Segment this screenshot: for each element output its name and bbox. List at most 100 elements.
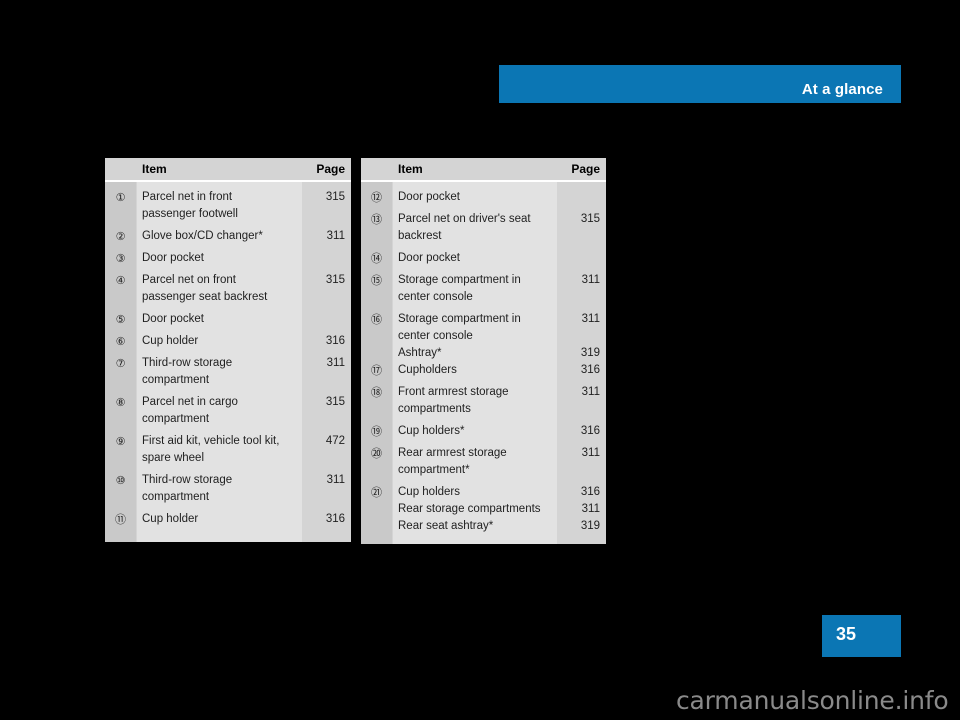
item-description: Rear storage compartments xyxy=(392,501,557,518)
item-description: Glove box/CD changer* xyxy=(136,228,302,245)
item-description-line1: Glove box/CD changer* xyxy=(142,230,263,242)
item-description-line1: Rear seat ashtray* xyxy=(398,520,494,532)
item-number-icon: ⑦ xyxy=(115,357,126,370)
table-row: ⑭ Door pocket xyxy=(361,250,606,267)
item-page-number: 315 xyxy=(580,213,600,225)
column-header-page: Page xyxy=(571,162,600,176)
table-row: ⑥ Cup holder 316 xyxy=(105,333,351,350)
table-row: Rear storage compartments 311 xyxy=(361,501,606,518)
item-description-line1: Storage compartment in xyxy=(398,274,521,286)
item-description-line1: Cup holders* xyxy=(398,425,465,437)
item-number-icon: ⑫ xyxy=(371,191,382,204)
item-description-line1: Parcel net on front xyxy=(142,274,236,286)
item-description: Rear seat ashtray* xyxy=(392,518,557,535)
item-description-line2: passenger seat backrest xyxy=(142,291,268,303)
item-description-line2: backrest xyxy=(398,230,442,242)
item-description-line2: passenger footwell xyxy=(142,208,238,220)
item-page-number: 472 xyxy=(325,435,345,447)
item-number-icon: ⑬ xyxy=(371,213,382,226)
item-description-line1: Parcel net on driver's seat xyxy=(398,213,531,225)
table-row: ① Parcel net in front passenger footwell 31… xyxy=(105,189,351,223)
item-description: Door pocket xyxy=(136,250,302,267)
header-bar: At a glance xyxy=(499,65,901,103)
item-description-line2: compartment xyxy=(142,491,210,503)
item-number-icon: ⑩ xyxy=(115,474,126,487)
item-page-number: 311 xyxy=(581,503,600,515)
item-description: Storage compartment in center console xyxy=(392,311,557,345)
table-body: ① Parcel net in front passenger footwell 31… xyxy=(105,182,351,542)
item-number-icon: ⑤ xyxy=(115,313,126,326)
item-description-line2: spare wheel xyxy=(142,452,205,464)
item-number-icon: ⑯ xyxy=(371,313,382,326)
table-row: ⑮ Storage compartment in center console 311 xyxy=(361,272,606,306)
item-number-icon: ⑲ xyxy=(371,425,382,438)
legend-table-left: Item Page ① Parcel net in front passenger … xyxy=(105,158,351,542)
table-header-row: Item Page xyxy=(361,158,606,182)
table-row: ⑯ Storage compartment in center console 311 xyxy=(361,311,606,345)
table-row: ㉑ Cup holders 316 xyxy=(361,484,606,501)
item-description: Cup holder xyxy=(136,333,302,350)
item-description-line1: Cup holders xyxy=(398,486,461,498)
table-row: Ashtray* 319 xyxy=(361,345,606,362)
item-page-number: 315 xyxy=(325,396,345,408)
table-row: ⑰ Cupholders 316 xyxy=(361,362,606,379)
item-description-line1: Cupholders xyxy=(398,364,457,376)
item-page-number: 316 xyxy=(325,513,345,525)
item-description: Third-row storage compartment xyxy=(136,472,302,506)
table-row: Rear seat ashtray* 319 xyxy=(361,518,606,535)
item-number-icon: ⑥ xyxy=(115,335,126,348)
item-description: Parcel net in cargo compartment xyxy=(136,394,302,428)
table-row: ⑧ Parcel net in cargo compartment 315 xyxy=(105,394,351,428)
item-description: Cup holders* xyxy=(392,423,557,440)
item-number-icon: ⑮ xyxy=(371,274,382,287)
page-number-badge: 35 xyxy=(822,615,901,657)
table-row: ⑤ Door pocket xyxy=(105,311,351,328)
item-number-icon: ⑰ xyxy=(371,364,382,377)
item-page-number: 311 xyxy=(581,274,600,286)
table-row: ⑬ Parcel net on driver's seat backrest 315 xyxy=(361,211,606,245)
table-header-row: Item Page xyxy=(105,158,351,182)
table-body: ⑫ Door pocket ⑬ Parcel net on driver's seat… xyxy=(361,182,606,544)
table-row: ③ Door pocket xyxy=(105,250,351,267)
item-description: Door pocket xyxy=(392,189,557,206)
item-page-number: 311 xyxy=(581,386,600,398)
item-description-line1: Third-row storage xyxy=(142,474,233,486)
item-description: Door pocket xyxy=(136,311,302,328)
table-row: ⑨ First aid kit, vehicle tool kit, spare w… xyxy=(105,433,351,467)
legend-table-right: Item Page ⑫ Door pocket ⑬ Parcel net on dri… xyxy=(361,158,606,544)
column-header-page: Page xyxy=(316,162,345,176)
table-row: ⑱ Front armrest storage compartments 311 xyxy=(361,384,606,418)
table-row: ⑦ Third-row storage compartment 311 xyxy=(105,355,351,389)
item-description-line1: Storage compartment in xyxy=(398,313,521,325)
column-header-item: Item xyxy=(142,162,167,176)
item-number-icon: ① xyxy=(115,191,126,204)
item-description: First aid kit, vehicle tool kit, spare wh… xyxy=(136,433,302,467)
item-number-icon: ⑪ xyxy=(115,513,126,526)
item-description: Parcel net in front passenger footwell xyxy=(136,189,302,223)
item-page-number: 315 xyxy=(325,191,345,203)
table-row: ⑩ Third-row storage compartment 311 xyxy=(105,472,351,506)
item-description-line1: Front armrest storage xyxy=(398,386,509,398)
item-description-line1: Parcel net in front xyxy=(142,191,233,203)
column-header-item: Item xyxy=(398,162,423,176)
item-page-number: 315 xyxy=(325,274,345,286)
table-row: ⑪ Cup holder 316 xyxy=(105,511,351,528)
item-number-icon: ⑭ xyxy=(371,252,382,265)
item-description-line2: compartment* xyxy=(398,464,470,476)
item-page-number: 316 xyxy=(580,486,600,498)
item-description: Cup holders xyxy=(392,484,557,501)
item-description: Third-row storage compartment xyxy=(136,355,302,389)
item-number-icon: ③ xyxy=(115,252,126,265)
item-description-line2: center console xyxy=(398,330,473,342)
item-description-line1: Parcel net in cargo xyxy=(142,396,238,408)
item-description-line1: Third-row storage xyxy=(142,357,233,369)
item-page-number: 316 xyxy=(325,335,345,347)
item-description: Parcel net on driver's seat backrest xyxy=(392,211,557,245)
item-number-icon: ⑱ xyxy=(371,386,382,399)
item-number-icon: ⑳ xyxy=(371,447,382,460)
table-row: ④ Parcel net on front passenger seat backr… xyxy=(105,272,351,306)
item-description-line1: Door pocket xyxy=(142,252,205,264)
item-description-line2: compartment xyxy=(142,374,210,386)
item-description-line2: center console xyxy=(398,291,473,303)
item-description: Front armrest storage compartments xyxy=(392,384,557,418)
